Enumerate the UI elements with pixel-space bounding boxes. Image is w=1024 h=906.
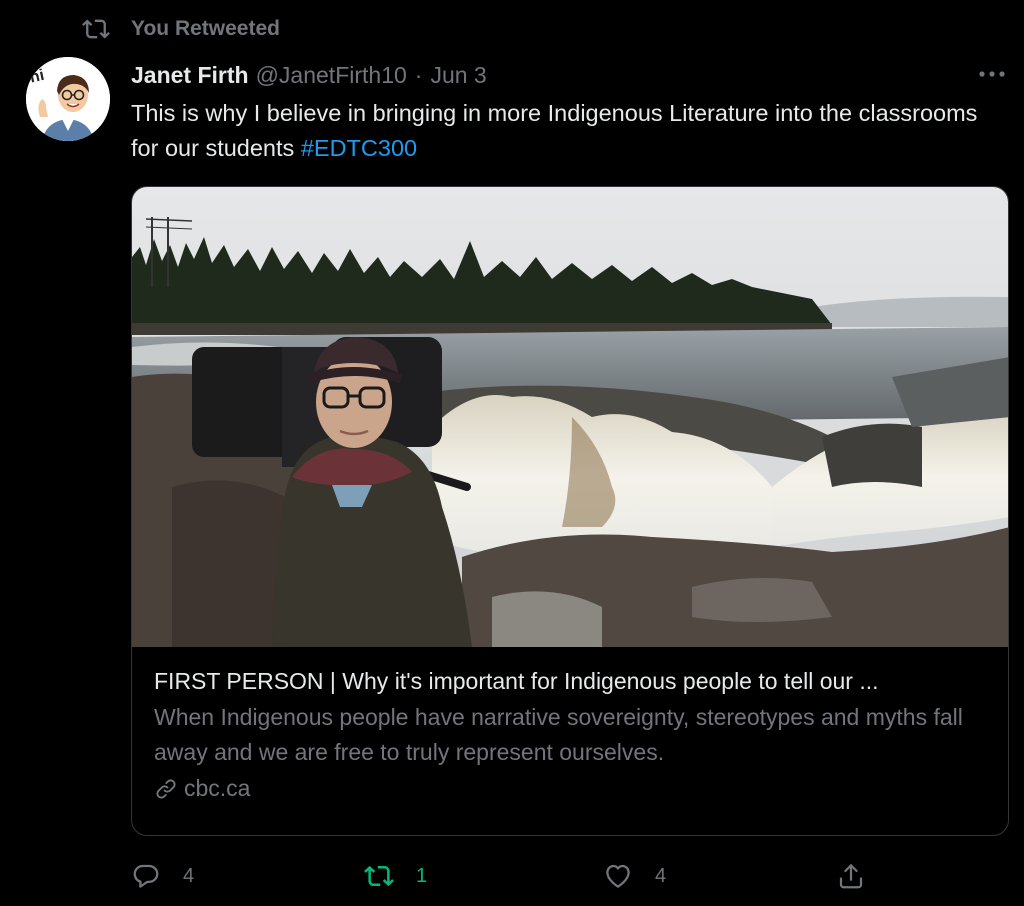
share-button[interactable] xyxy=(836,856,866,896)
share-icon xyxy=(839,864,863,889)
link-icon xyxy=(156,778,176,799)
retweet-context: You Retweeted xyxy=(82,14,280,44)
more-options-button[interactable] xyxy=(974,62,1010,86)
hashtag-link[interactable]: #EDTC300 xyxy=(301,135,417,161)
tweet-actions: 4 1 4 xyxy=(131,856,891,896)
retweet-button[interactable]: 1 xyxy=(364,856,427,896)
retweet-count: 1 xyxy=(416,864,428,887)
card-body[interactable]: FIRST PERSON | Why it's important for In… xyxy=(154,665,990,802)
avatar[interactable]: hi xyxy=(26,57,110,141)
retweet-icon xyxy=(364,865,394,887)
link-card[interactable]: FIRST PERSON | Why it's important for In… xyxy=(131,186,1009,836)
card-domain-label[interactable]: cbc.ca xyxy=(184,775,250,802)
card-domain[interactable]: cbc.ca xyxy=(154,775,990,802)
reply-button[interactable]: 4 xyxy=(131,856,194,896)
card-title[interactable]: FIRST PERSON | Why it's important for In… xyxy=(154,665,990,697)
tweet-date[interactable]: Jun 3 xyxy=(430,62,486,89)
avatar-illustration: hi xyxy=(26,57,110,141)
waterfall-photo xyxy=(132,187,1008,647)
heart-icon xyxy=(606,864,630,888)
retweet-context-label: You Retweeted xyxy=(131,17,280,40)
like-button[interactable]: 4 xyxy=(603,856,666,896)
retweet-icon xyxy=(82,19,110,39)
more-icon xyxy=(979,71,1005,77)
tweet-text: This is why I believe in bringing in mor… xyxy=(131,96,991,166)
tweet-body: This is why I believe in bringing in mor… xyxy=(131,100,978,161)
author-name[interactable]: Janet Firth xyxy=(131,62,249,89)
tweet-header: Janet Firth @JanetFirth10 · Jun 3 xyxy=(131,58,487,92)
card-description: When Indigenous people have narrative so… xyxy=(154,704,963,765)
reply-icon xyxy=(133,864,159,888)
card-image[interactable] xyxy=(132,187,1008,647)
header-separator: · xyxy=(414,61,423,88)
like-count: 4 xyxy=(655,864,667,887)
author-handle[interactable]: @JanetFirth10 xyxy=(256,62,407,89)
reply-count: 4 xyxy=(183,864,195,887)
